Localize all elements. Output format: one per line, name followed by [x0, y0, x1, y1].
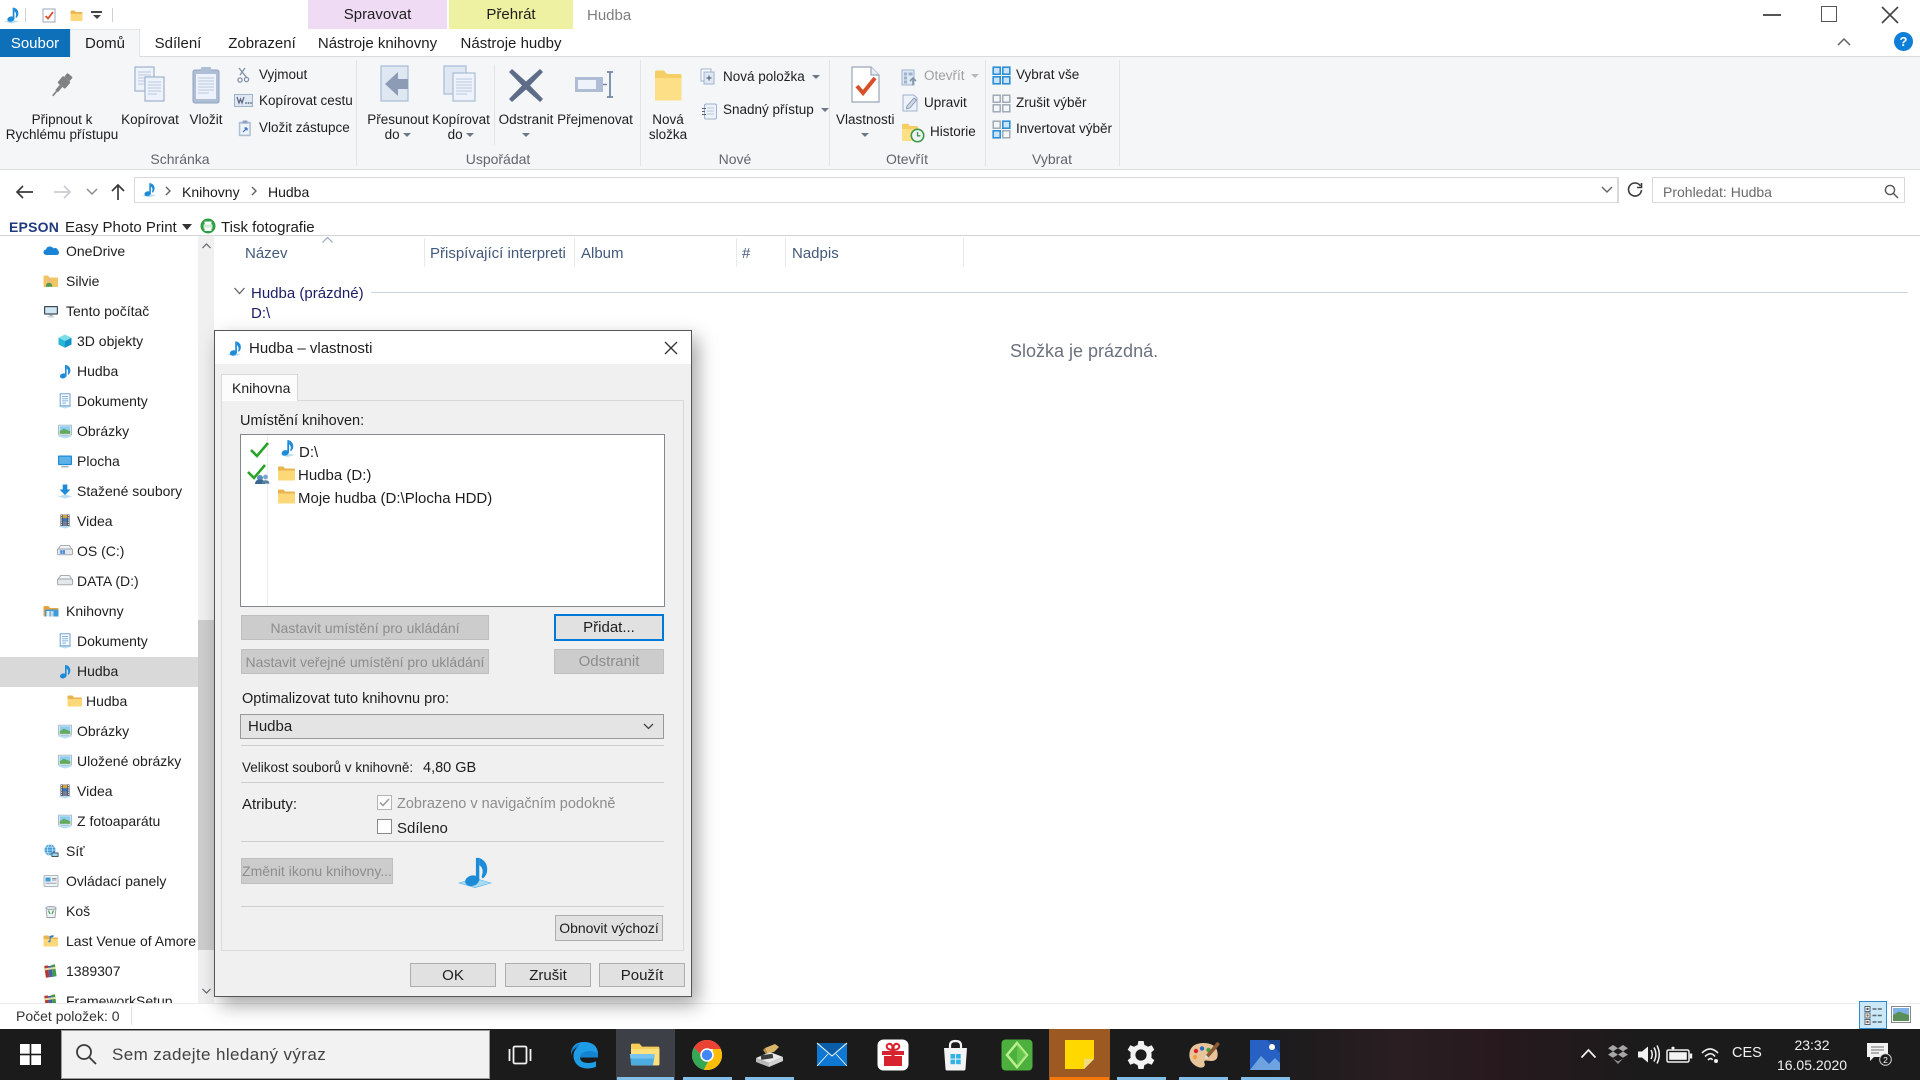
- svg-text:2: 2: [1883, 1055, 1888, 1065]
